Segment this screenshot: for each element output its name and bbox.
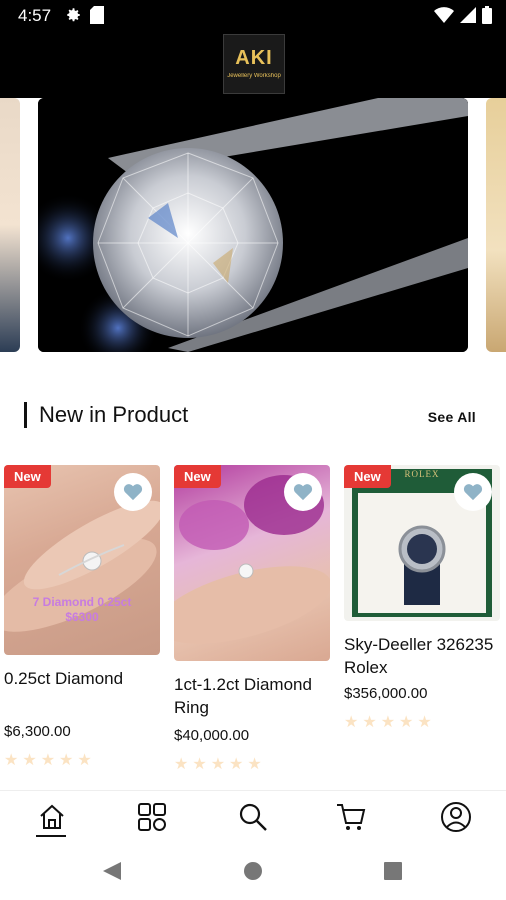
product-image[interactable]: 7 Diamond 0.25ct $6300 New bbox=[4, 465, 160, 655]
star-icon: ★ bbox=[229, 756, 244, 773]
status-time: 4:57 bbox=[18, 6, 52, 25]
favorite-button[interactable] bbox=[454, 473, 492, 511]
product-card[interactable]: ROLEX New Sky-Deeller 326235 Rolex $356,… bbox=[344, 465, 500, 732]
product-image[interactable]: ROLEX New bbox=[344, 465, 500, 621]
star-icon: ★ bbox=[4, 752, 19, 769]
status-icons-right bbox=[434, 6, 492, 29]
product-price: $356,000.00 bbox=[344, 685, 428, 702]
home-icon bbox=[40, 804, 64, 829]
star-rating: ★ ★ ★ ★ ★ bbox=[4, 750, 160, 770]
product-name[interactable]: 1ct-1.2ct Diamond Ring bbox=[174, 673, 330, 719]
gear-icon bbox=[64, 6, 82, 29]
carousel-current-slide[interactable] bbox=[38, 98, 468, 352]
new-badge: New bbox=[344, 465, 391, 488]
nav-cart[interactable] bbox=[331, 799, 371, 835]
section-accent-bar bbox=[24, 402, 27, 428]
star-icon: ★ bbox=[174, 756, 189, 773]
favorite-button[interactable] bbox=[114, 473, 152, 511]
image-caption-line2: $6300 bbox=[65, 610, 99, 624]
system-navigation-bar bbox=[0, 846, 506, 900]
app-header: 4:57 AKI Jewellery Workshop bbox=[0, 0, 506, 98]
banner-carousel[interactable] bbox=[0, 98, 506, 356]
star-icon: ★ bbox=[417, 714, 432, 731]
categories-icon bbox=[138, 803, 166, 831]
signal-icon bbox=[460, 7, 476, 28]
carousel-prev-slide[interactable] bbox=[0, 98, 20, 352]
active-tab-indicator bbox=[36, 835, 66, 837]
star-icon: ★ bbox=[77, 752, 92, 769]
cart-icon bbox=[337, 804, 366, 830]
system-nav-buttons bbox=[103, 862, 402, 880]
profile-icon bbox=[441, 802, 471, 832]
star-icon: ★ bbox=[380, 714, 396, 731]
favorite-button[interactable] bbox=[284, 473, 322, 511]
image-caption: 7 Diamond 0.25ct $6300 bbox=[4, 595, 160, 625]
star-icon: ★ bbox=[344, 714, 359, 731]
heart-icon bbox=[123, 484, 143, 501]
star-rating: ★ ★ ★ ★ ★ bbox=[174, 754, 330, 774]
battery-icon bbox=[482, 6, 492, 29]
product-card[interactable]: 7 Diamond 0.25ct $6300 New 0.25ct Diamon… bbox=[4, 465, 160, 770]
star-icon: ★ bbox=[210, 756, 226, 773]
star-rating: ★ ★ ★ ★ ★ bbox=[344, 712, 500, 732]
wifi-icon bbox=[434, 7, 454, 28]
product-price: $6,300.00 bbox=[4, 723, 71, 740]
nav-search[interactable] bbox=[233, 799, 273, 835]
sd-card-icon bbox=[90, 6, 104, 29]
product-list: 7 Diamond 0.25ct $6300 New 0.25ct Diamon… bbox=[0, 465, 506, 785]
nav-categories[interactable] bbox=[132, 799, 172, 835]
bottom-navigation bbox=[0, 790, 506, 842]
status-icons-left bbox=[64, 6, 104, 29]
star-icon: ★ bbox=[192, 756, 207, 773]
back-icon[interactable] bbox=[103, 862, 121, 880]
new-badge: New bbox=[174, 465, 221, 488]
star-icon: ★ bbox=[40, 752, 56, 769]
logo-subtext: Jewellery Workshop bbox=[227, 73, 281, 79]
brand-logo[interactable]: AKI Jewellery Workshop bbox=[223, 34, 285, 94]
diamond-banner-image bbox=[38, 98, 468, 352]
star-icon: ★ bbox=[59, 752, 74, 769]
star-icon: ★ bbox=[362, 714, 377, 731]
search-icon bbox=[239, 803, 267, 831]
nav-home[interactable] bbox=[32, 799, 72, 835]
new-badge: New bbox=[4, 465, 51, 488]
new-products-header: New in Product See All bbox=[0, 396, 506, 432]
section-title: New in Product bbox=[39, 402, 189, 427]
heart-icon bbox=[293, 484, 313, 501]
image-caption-line1: 7 Diamond 0.25ct bbox=[32, 595, 132, 609]
home-button-icon[interactable] bbox=[244, 862, 262, 880]
nav-profile[interactable] bbox=[436, 799, 476, 835]
recents-icon[interactable] bbox=[384, 862, 402, 880]
product-card[interactable]: New 1ct-1.2ct Diamond Ring $40,000.00 ★ … bbox=[174, 465, 330, 774]
see-all-link[interactable]: See All bbox=[428, 409, 476, 425]
product-name[interactable]: Sky-Deeller 326235 Rolex bbox=[344, 633, 500, 679]
product-price: $40,000.00 bbox=[174, 727, 250, 744]
heart-icon bbox=[463, 484, 483, 501]
star-icon: ★ bbox=[399, 714, 414, 731]
product-image[interactable]: New bbox=[174, 465, 330, 661]
logo-text: AKI bbox=[235, 47, 273, 69]
product-name[interactable]: 0.25ct Diamond bbox=[4, 667, 160, 717]
star-icon: ★ bbox=[247, 756, 262, 773]
carousel-next-slide[interactable] bbox=[486, 98, 506, 352]
star-icon: ★ bbox=[22, 752, 37, 769]
